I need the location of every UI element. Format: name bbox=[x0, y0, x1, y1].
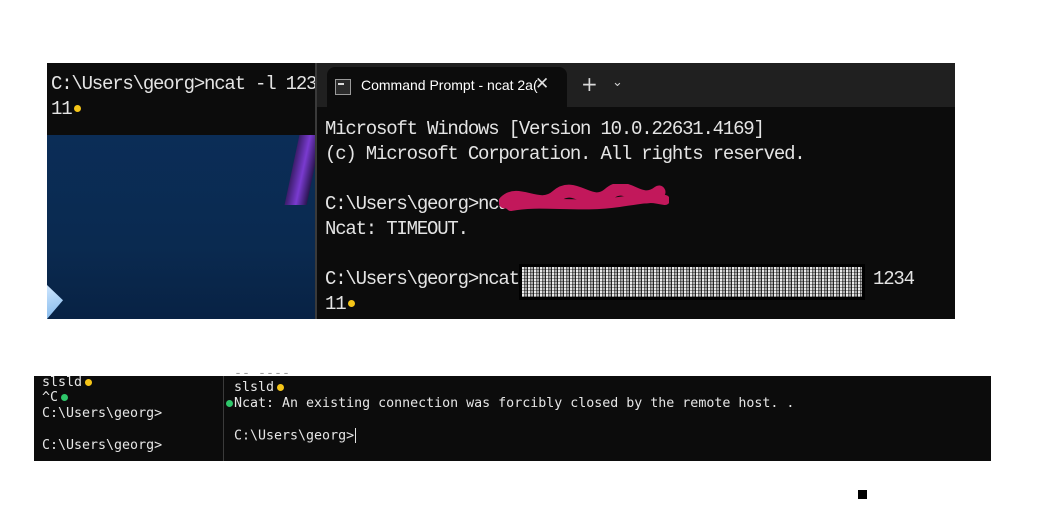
yellow-dot-marker bbox=[277, 383, 285, 391]
yellow-dot-marker bbox=[348, 300, 356, 308]
green-dot-marker bbox=[61, 393, 69, 401]
bottom-terminal-strip[interactable]: slsld ^C C:\Users\georg> C:\Users\georg>… bbox=[34, 366, 991, 461]
bottom-right-prompt[interactable]: C:\Users\georg> bbox=[234, 428, 357, 444]
close-tab-icon[interactable]: ✕ bbox=[535, 74, 549, 94]
bottom-right-line-error: Ncat: An existing connection was forcibl… bbox=[226, 396, 794, 411]
text-cursor bbox=[355, 428, 357, 443]
yellow-dot-marker bbox=[74, 105, 82, 113]
terminal-line-listen: C:\Users\georg>ncat -l 1234 bbox=[51, 73, 328, 95]
bottom-right-line-slsld: slsld bbox=[234, 380, 285, 395]
green-dot-marker bbox=[226, 399, 233, 407]
left-terminal-pane[interactable]: C:\Users\georg>ncat -l 1234 11 bbox=[47, 63, 328, 135]
wallpaper-shape bbox=[47, 285, 63, 319]
bottom-left-line-slsld: slsld bbox=[42, 375, 93, 390]
bottom-left-prompt: C:\Users\georg> bbox=[42, 438, 163, 453]
redaction-scribble bbox=[499, 184, 669, 211]
terminal-output-line: 11 bbox=[51, 97, 82, 122]
command-prompt-icon bbox=[335, 79, 351, 95]
desktop-wallpaper bbox=[47, 135, 315, 319]
tab-title: Command Prompt - ncat 2a( bbox=[361, 77, 538, 93]
console-line-timeout: Ncat: TIMEOUT. bbox=[325, 218, 469, 240]
bottom-left-prompt: C:\Users\georg> bbox=[42, 406, 163, 421]
redacted-address bbox=[519, 264, 865, 300]
bottom-right-cut-line: -- ---- bbox=[234, 366, 291, 381]
yellow-dot-marker bbox=[85, 378, 93, 386]
command-prompt-window[interactable]: Command Prompt - ncat 2a( ✕ + ⌄ Microsof… bbox=[315, 63, 955, 319]
new-tab-button[interactable]: + bbox=[581, 72, 598, 96]
console-line-version: Microsoft Windows [Version 10.0.22631.41… bbox=[325, 118, 765, 140]
console-port: 1234 bbox=[873, 268, 915, 290]
bottom-left-line-ctrl-c: ^C bbox=[42, 390, 69, 405]
tab-bar: Command Prompt - ncat 2a( ✕ + ⌄ bbox=[317, 63, 955, 107]
tab-command-prompt[interactable]: Command Prompt - ncat 2a( ✕ bbox=[327, 67, 567, 107]
console-line-copyright: (c) Microsoft Corporation. All rights re… bbox=[325, 143, 806, 165]
chevron-down-icon[interactable]: ⌄ bbox=[612, 75, 623, 90]
wallpaper-streak bbox=[284, 135, 315, 205]
pane-divider bbox=[223, 376, 224, 461]
stray-square-mark bbox=[858, 490, 867, 499]
